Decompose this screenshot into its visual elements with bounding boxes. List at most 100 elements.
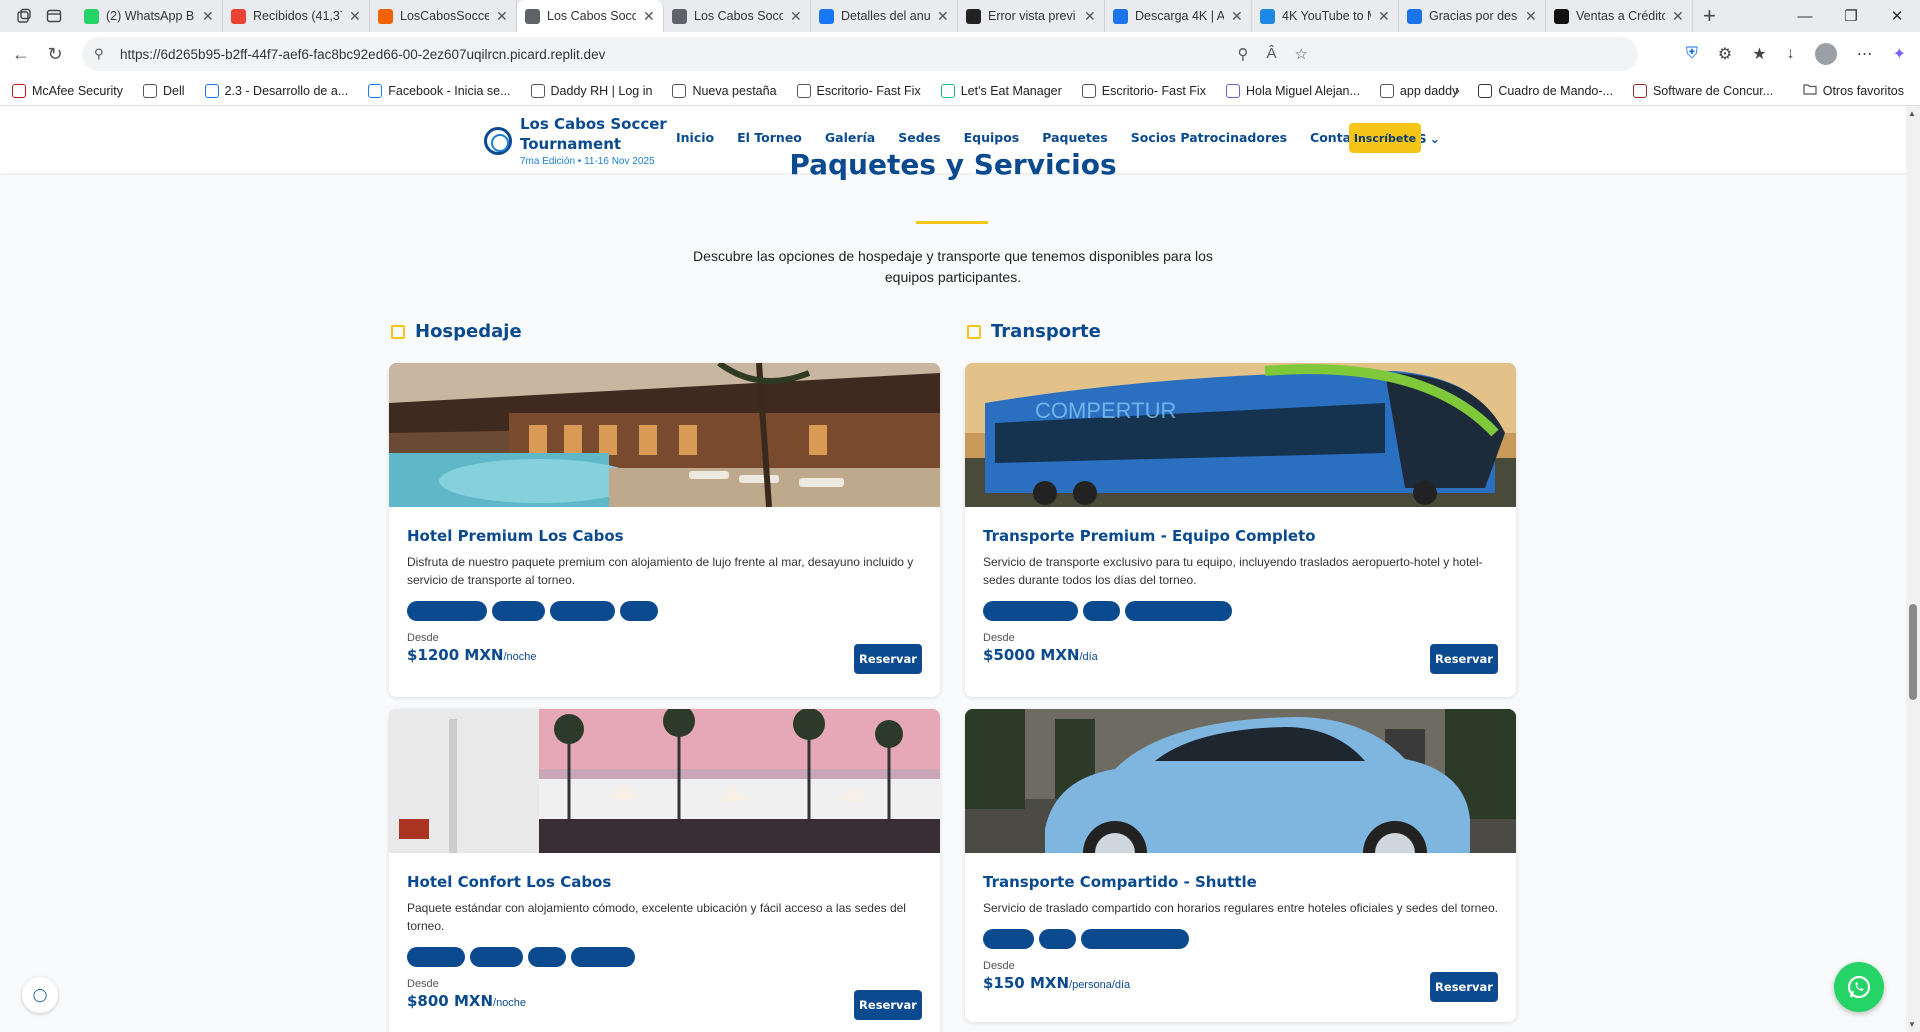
scroll-up-icon[interactable]: ▲ (1908, 109, 1916, 118)
bookmark-item[interactable]: Nueva pestaña (672, 83, 777, 98)
bookmark-item[interactable]: Daddy RH | Log in (530, 83, 653, 98)
floating-language-button[interactable]: ◯ (22, 977, 58, 1013)
globe-icon (672, 83, 687, 98)
hospedaje-title: Hospedaje (415, 321, 522, 342)
price-value: $5000 MXN/día (983, 646, 1098, 664)
bookmark-item[interactable]: app daddy (1379, 83, 1458, 98)
close-tab-icon[interactable]: ✕ (1672, 8, 1684, 25)
url-field[interactable]: ⚲ https://6d265b95-b2ff-44f7-aef6-fac8bc… (82, 37, 1638, 71)
nav-socios[interactable]: Socios Patrocinadores (1131, 130, 1287, 146)
new-tab-button[interactable]: + (1693, 3, 1726, 29)
browser-tab[interactable]: Los Cabos Socc ✕ (517, 0, 664, 32)
bookmark-item[interactable]: Software de Concur... (1632, 83, 1773, 98)
transporte-title: Transporte (991, 321, 1101, 342)
card-title: Transporte Compartido - Shuttle (983, 873, 1257, 891)
card-title: Hotel Premium Los Cabos (407, 527, 624, 545)
t-icon (1554, 8, 1569, 24)
read-aloud-icon[interactable]: Â (1267, 45, 1277, 63)
nav-galeria[interactable]: Galería (825, 130, 875, 146)
feature-tag (407, 601, 487, 621)
close-tab-icon[interactable]: ✕ (1378, 8, 1390, 25)
page-scrollbar[interactable]: ▲ ▼ (1906, 106, 1920, 1032)
bookmark-item[interactable]: Facebook - Inicia se... (368, 83, 511, 98)
reservar-button[interactable]: Reservar (1430, 972, 1498, 1002)
nav-sedes[interactable]: Sedes (898, 130, 940, 146)
close-window-icon[interactable]: ✕ (1874, 0, 1920, 32)
browser-tab[interactable]: Gracias por desc ✕ (1399, 0, 1546, 32)
close-tab-icon[interactable]: ✕ (202, 8, 214, 25)
browser-tab[interactable]: 4K YouTube to M ✕ (1252, 0, 1399, 32)
facebook-icon (368, 83, 383, 98)
reload-icon[interactable]: ↻ (38, 37, 72, 71)
browser-tab[interactable]: Error vista previ ✕ (958, 0, 1105, 32)
browser-tab[interactable]: LosCabosSoccer ✕ (370, 0, 517, 32)
bookmark-item[interactable]: Escritorio- Fast Fix (796, 83, 921, 98)
close-tab-icon[interactable]: ✕ (643, 8, 655, 25)
close-tab-icon[interactable]: ✕ (790, 8, 802, 25)
other-favorites[interactable]: Otros favoritos (1803, 83, 1904, 98)
bookmark-item[interactable]: Escritorio- Fast Fix (1081, 83, 1206, 98)
bookmark-label: Daddy RH | Log in (550, 83, 653, 98)
tab-title: Error vista previ (988, 9, 1076, 23)
bookmark-item[interactable]: Hola Miguel Alejan... (1225, 83, 1360, 98)
reservar-button[interactable]: Reservar (1430, 644, 1498, 674)
bookmark-item[interactable]: McAfee Security (12, 83, 123, 98)
bookmark-item[interactable]: 2.3 - Desarrollo de a... (204, 83, 348, 98)
gmail-icon (231, 8, 246, 24)
close-tab-icon[interactable]: ✕ (1525, 8, 1537, 25)
browser-tab[interactable]: Detalles del anu ✕ (811, 0, 958, 32)
close-tab-icon[interactable]: ✕ (496, 8, 508, 25)
close-tab-icon[interactable]: ✕ (349, 8, 361, 25)
tab-actions-icon[interactable] (46, 8, 62, 24)
dashboard-icon (1478, 83, 1493, 98)
profile-avatar[interactable] (1814, 43, 1837, 65)
zoom-icon[interactable]: ⚲ (1238, 45, 1249, 63)
feature-tag (571, 947, 635, 967)
bookmarks-overflow-icon[interactable]: › (1455, 82, 1460, 100)
close-tab-icon[interactable]: ✕ (1231, 8, 1243, 25)
nav-equipos[interactable]: Equipos (964, 130, 1020, 146)
scroll-down-icon[interactable]: ▼ (1908, 1020, 1916, 1029)
section-title: Paquetes y Servicios (789, 148, 1117, 181)
price-from-label: Desde (983, 632, 1015, 644)
bookmark-item[interactable]: Cuadro de Mando-... (1478, 83, 1613, 98)
workspaces-icon[interactable] (16, 8, 32, 24)
folder-icon (1803, 83, 1817, 98)
favorite-star-icon[interactable]: ☆ (1295, 45, 1308, 63)
browser-tab[interactable]: (2) WhatsApp Bu ✕ (76, 0, 223, 32)
close-tab-icon[interactable]: ✕ (1084, 8, 1096, 25)
bookmark-item[interactable]: Let's Eat Manager (940, 83, 1062, 98)
browser-tab[interactable]: Recibidos (41,37 ✕ (223, 0, 370, 32)
whatsapp-chat-button[interactable] (1834, 962, 1884, 1012)
nav-paquetes[interactable]: Paquetes (1042, 130, 1107, 146)
copilot-icon[interactable]: ✦ (1893, 44, 1906, 64)
browser-tab[interactable]: Ventas a Crédito ✕ (1546, 0, 1693, 32)
svg-text:COMPERTUR: COMPERTUR (1035, 398, 1176, 423)
site-info-icon[interactable]: ⚲ (94, 46, 110, 62)
restore-icon[interactable]: ❐ (1828, 0, 1874, 32)
reservar-button[interactable]: Reservar (854, 644, 922, 674)
software-icon (1632, 83, 1647, 98)
replit-icon (378, 8, 393, 24)
back-icon[interactable]: ← (4, 37, 38, 71)
close-tab-icon[interactable]: ✕ (937, 8, 949, 25)
feature-tag (983, 929, 1034, 949)
shield-extension-icon[interactable]: ⛨ (1686, 45, 1698, 63)
favorites-icon[interactable]: ★ (1752, 44, 1766, 64)
chart-icon (1225, 83, 1240, 98)
reservar-button[interactable]: Reservar (854, 990, 922, 1020)
price-value: $1200 MXN/noche (407, 646, 537, 664)
extensions-icon[interactable]: ⚙ (1718, 44, 1732, 64)
transporte-premium-image: COMPERTUR (965, 363, 1516, 507)
nav-inicio[interactable]: Inicio (676, 130, 714, 146)
browser-tab[interactable]: Descarga 4K | A ✕ (1105, 0, 1252, 32)
downloads-icon[interactable]: ↓ (1787, 45, 1795, 63)
browser-tab[interactable]: Los Cabos Socc ✕ (664, 0, 811, 32)
transporte-compartido-image (965, 709, 1516, 853)
bookmark-item[interactable]: Dell (143, 83, 185, 98)
scrollbar-thumb[interactable] (1909, 604, 1917, 700)
more-menu-icon[interactable]: ⋯ (1857, 44, 1873, 64)
feature-tag (1039, 929, 1076, 949)
minimize-icon[interactable]: — (1782, 0, 1828, 32)
nav-el-torneo[interactable]: El Torneo (737, 130, 802, 146)
